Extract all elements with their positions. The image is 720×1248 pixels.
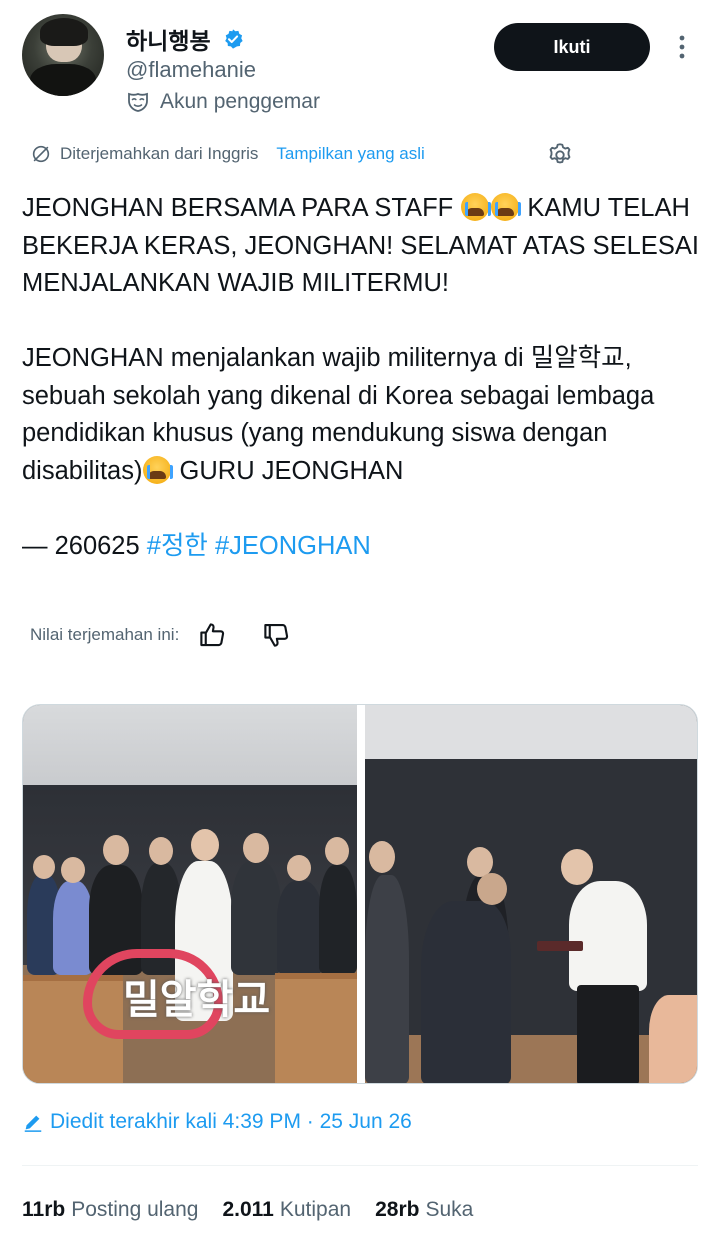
- photo-person: [319, 865, 357, 975]
- photo-person-teacher: [421, 901, 511, 1083]
- tweet-text-segment: GURU JEONGHAN: [172, 456, 404, 485]
- gear-icon[interactable]: [546, 141, 574, 169]
- photo-person-head: [287, 855, 311, 881]
- display-name[interactable]: 하니행봉: [126, 22, 211, 56]
- tweet-paragraph-3: — 260625 #정한 #JEONGHAN: [22, 528, 712, 566]
- edited-text: Diedit terakhir kali 4:39 PM · 25 Jun 26: [50, 1110, 412, 1133]
- likes-label[interactable]: Suka: [425, 1198, 473, 1222]
- loudly-crying-face-icon: [461, 193, 492, 221]
- show-original-link[interactable]: Tampilkan yang asli: [276, 144, 424, 164]
- photo-handshake[interactable]: [365, 705, 697, 1083]
- reposts-label[interactable]: Posting ulang: [71, 1198, 198, 1222]
- edited-indicator[interactable]: Diedit terakhir kali 4:39 PM · 25 Jun 26: [22, 1110, 412, 1134]
- photo-ceiling: [365, 705, 697, 759]
- photo-person-head: [149, 837, 173, 865]
- avatar-body: [30, 64, 96, 96]
- user-handle[interactable]: @flamehanie: [126, 57, 256, 83]
- photo-group-staff[interactable]: 밀알학교: [23, 705, 357, 1083]
- rate-translation-label: Nilai terjemahan ini:: [30, 625, 180, 644]
- photo-person-head: [369, 841, 395, 873]
- avatar-hair: [40, 18, 88, 46]
- photo-person: [53, 881, 93, 975]
- thumbs-up-icon[interactable]: [197, 620, 227, 650]
- reposts-count[interactable]: 11rb: [22, 1198, 65, 1222]
- photo-sign-text: 밀알학교: [123, 978, 271, 1022]
- photo-person: [231, 861, 281, 975]
- avatar[interactable]: [22, 14, 104, 96]
- quotes-label[interactable]: Kutipan: [280, 1198, 351, 1222]
- loudly-crying-face-icon: [143, 455, 174, 484]
- fan-account-label: Akun penggemar: [160, 90, 320, 113]
- engagement-stats: 11rb Posting ulang 2.011 Kutipan 28rb Su…: [22, 1198, 497, 1222]
- photo-person-head: [61, 857, 85, 883]
- tweet-paragraph-1: JEONGHAN BERSAMA PARA STAFF KAMU TELAH B…: [22, 190, 712, 303]
- loudly-crying-face-icon: [491, 193, 522, 221]
- pencil-icon: [24, 1115, 42, 1132]
- photo-person-pants: [577, 985, 639, 1083]
- photo-person: [365, 875, 409, 1083]
- translation-bar: Diterjemahkan dari Inggris Tampilkan yan…: [30, 143, 425, 165]
- follow-button[interactable]: Ikuti: [494, 23, 650, 71]
- verified-badge-icon: [225, 29, 243, 49]
- rate-translation-row: Nilai terjemahan ini:: [30, 620, 291, 650]
- tweet-date-text: — 260625: [22, 531, 147, 560]
- divider: [22, 1165, 698, 1166]
- translated-from-label: Diterjemahkan dari Inggris: [60, 144, 259, 163]
- photo-table: [275, 973, 357, 1083]
- photo-person-head: [33, 855, 55, 879]
- photo-person: [277, 881, 323, 975]
- photo-hand: [649, 995, 697, 1083]
- tweet-text: JEONGHAN BERSAMA PARA STAFF KAMU TELAH B…: [22, 190, 712, 565]
- likes-count[interactable]: 28rb: [375, 1198, 419, 1222]
- photo-certificate: [537, 941, 583, 951]
- mask-icon: [128, 92, 148, 112]
- photo-ceiling: [23, 705, 357, 785]
- fan-account-label-row: Akun penggemar: [126, 90, 320, 114]
- photo-person-jeonghan: [569, 881, 647, 991]
- photo-person-head: [561, 849, 593, 885]
- photo-person-head: [325, 837, 349, 865]
- hashtag-link[interactable]: #정한: [147, 532, 208, 560]
- hashtag-link[interactable]: #JEONGHAN: [215, 532, 371, 560]
- photo-person-head: [243, 833, 269, 863]
- tweet-paragraph-2: JEONGHAN menjalankan wajib militernya di…: [22, 340, 712, 490]
- photo-person-head: [477, 873, 507, 905]
- tweet-text-segment: JEONGHAN BERSAMA PARA STAFF: [22, 194, 461, 222]
- more-vertical-icon[interactable]: [670, 33, 694, 61]
- photo-person-head: [103, 835, 129, 865]
- translate-icon: [32, 145, 50, 163]
- media-grid: 밀알학교: [22, 704, 698, 1084]
- thumbs-down-icon[interactable]: [261, 620, 291, 650]
- quotes-count[interactable]: 2.011: [222, 1198, 273, 1222]
- photo-person-head: [191, 829, 219, 861]
- photo-wall: [365, 759, 697, 1049]
